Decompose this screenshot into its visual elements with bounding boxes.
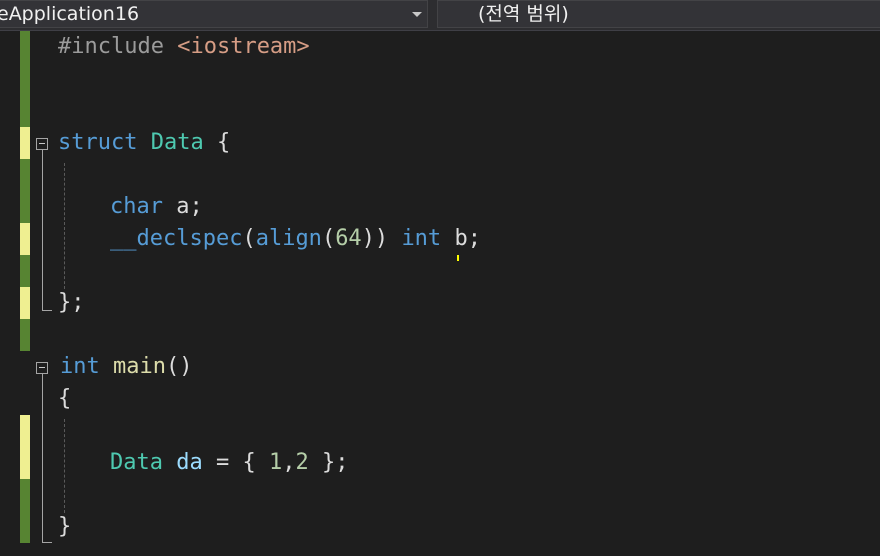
semicolon: ; — [467, 226, 481, 251]
fold-end — [42, 310, 52, 311]
change-marker-unsaved — [20, 287, 30, 319]
identifier: a; — [176, 194, 203, 219]
identifier: da — [176, 450, 203, 475]
paren: ( — [321, 226, 336, 251]
collapse-icon[interactable] — [36, 362, 48, 374]
change-marker-saved — [20, 31, 30, 127]
indent-guide — [64, 163, 65, 289]
brace: }; — [308, 450, 349, 475]
declspec-keyword: __declspec — [110, 226, 243, 251]
paren: ( — [242, 226, 256, 251]
brace: }; — [58, 290, 85, 315]
code-line-member-b: __declspec(align(64)) int b; — [110, 223, 481, 255]
code-editor[interactable]: #include <iostream> struct Data { char a… — [0, 31, 880, 556]
code-line-struct-end: }; — [58, 287, 85, 319]
number-literal: 64 — [335, 226, 362, 251]
collapse-icon[interactable] — [36, 138, 48, 150]
indent-guide — [64, 419, 65, 513]
code-line-member-a: char a; — [110, 191, 203, 223]
fold-end — [42, 542, 52, 543]
identifier: b — [454, 226, 468, 251]
code-line-main-close: } — [58, 511, 71, 543]
include-path: <iostream> — [177, 34, 310, 59]
change-marker-saved — [20, 255, 30, 287]
change-marker-unsaved — [20, 127, 30, 159]
number-literal: 2 — [295, 450, 309, 475]
change-marker-saved — [20, 319, 30, 351]
text-caret — [457, 255, 459, 261]
keyword: struct — [58, 130, 138, 155]
keyword: int — [401, 226, 442, 251]
chevron-down-icon[interactable] — [412, 12, 422, 17]
type-name: Data — [110, 450, 163, 475]
keyword: char — [110, 194, 163, 219]
change-marker-unsaved — [20, 415, 30, 479]
code-line-include: #include <iostream> — [58, 31, 310, 63]
navigation-bar: eApplication16 (전역 범위) — [0, 0, 880, 31]
paren: () — [165, 354, 193, 379]
paren: )) — [361, 226, 389, 251]
keyword: int — [60, 354, 100, 379]
project-dropdown[interactable]: eApplication16 — [0, 0, 428, 28]
change-marker-saved — [20, 479, 30, 543]
brace: { — [58, 386, 72, 411]
brace: } — [58, 514, 72, 539]
operator: = { — [215, 450, 269, 475]
number-literal: 1 — [268, 450, 283, 475]
scope-dropdown[interactable]: (전역 범위) — [437, 0, 880, 28]
code-line-data-init: Data da = { 1,2 }; — [110, 447, 348, 479]
fold-line — [42, 150, 43, 310]
preprocessor-directive: #include — [58, 34, 164, 59]
code-line-main: int main() — [60, 351, 192, 383]
code-line-main-open: { — [58, 383, 71, 415]
fold-line — [42, 374, 43, 542]
project-dropdown-label: eApplication16 — [0, 3, 140, 25]
scope-dropdown-label: (전역 범위) — [478, 3, 569, 25]
brace: { — [216, 130, 231, 155]
attribute-name: align — [255, 226, 322, 251]
code-line-struct: struct Data { — [58, 127, 230, 159]
change-marker-unsaved — [20, 223, 30, 255]
comma: , — [282, 450, 296, 475]
function-name: main — [113, 354, 166, 379]
change-marker-saved — [20, 159, 30, 223]
type-name: Data — [150, 130, 204, 155]
